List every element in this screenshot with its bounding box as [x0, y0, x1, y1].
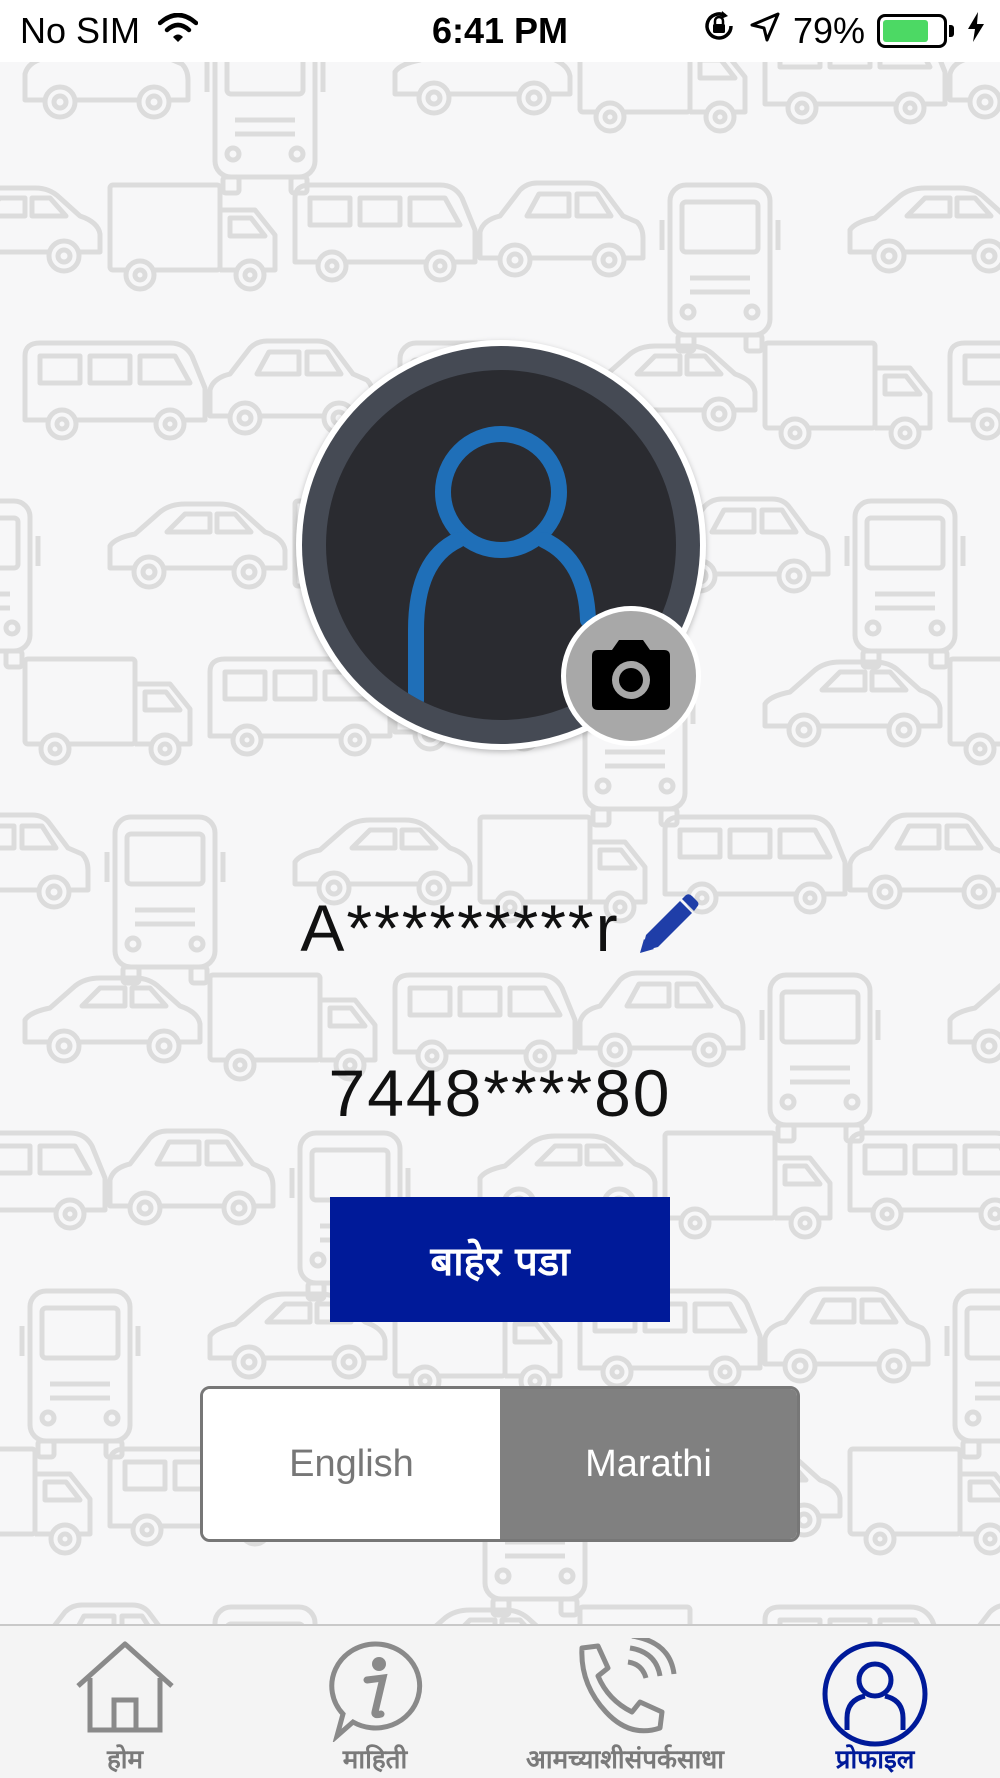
profile-phone: 7448****80	[328, 1056, 672, 1130]
status-right: 79%	[701, 8, 986, 53]
vehicle-pattern-tile	[110, 1131, 273, 1223]
vehicle-pattern-tile	[25, 1605, 188, 1624]
vehicle-pattern-tile	[480, 183, 643, 275]
language-option-marathi[interactable]: Marathi	[500, 1389, 797, 1539]
bottom-tab-bar: होम माहिती आमच्याशीसंपर्कसाधा प्रोफाइल	[0, 1624, 1000, 1778]
info-icon	[329, 1641, 423, 1742]
vehicle-pattern-tile	[950, 1605, 1000, 1624]
vehicle-pattern-tile	[0, 1133, 105, 1228]
battery-fill	[883, 19, 928, 42]
tab-profile-label: प्रोफाइल	[835, 1745, 915, 1775]
vehicle-pattern-tile	[0, 501, 38, 667]
profile-name-row: A*********r	[0, 890, 1000, 974]
vehicle-pattern-tile	[765, 343, 930, 447]
tab-home[interactable]: होम	[60, 1626, 190, 1778]
change-photo-button[interactable]	[561, 606, 701, 746]
vehicle-pattern-tile	[0, 1449, 90, 1553]
vehicle-pattern-tile	[25, 343, 205, 438]
charging-icon	[966, 10, 986, 52]
vehicle-pattern-tile	[950, 978, 1000, 1061]
logout-button[interactable]: बाहेर पडा	[330, 1197, 670, 1322]
vehicle-pattern-tile	[950, 343, 1000, 438]
pencil-icon[interactable]	[634, 893, 700, 974]
phone-call-icon	[579, 1638, 677, 1734]
vehicle-pattern-tile	[295, 185, 475, 280]
vehicle-pattern-tile	[662, 185, 778, 351]
battery-percent: 79%	[792, 9, 865, 51]
vehicle-pattern-tile	[765, 1289, 928, 1381]
vehicle-pattern-tile	[110, 504, 285, 587]
vehicle-pattern-tile	[25, 978, 200, 1061]
status-bar: No SIM 6:41 PM 79%	[0, 0, 1000, 62]
vehicle-pattern-tile	[765, 1607, 945, 1624]
vehicle-pattern-tile	[22, 1291, 138, 1457]
vehicle-pattern-tile	[395, 62, 570, 113]
vehicle-pattern-tile	[580, 973, 743, 1065]
vehicle-pattern-tile	[950, 659, 1000, 763]
tab-info[interactable]: माहिती	[310, 1626, 440, 1778]
battery-tip	[949, 24, 954, 37]
vehicle-pattern-tile	[850, 1133, 1000, 1228]
tab-info-label: माहिती	[342, 1745, 408, 1775]
camera-icon	[592, 640, 670, 710]
profile-name: A*********r	[300, 891, 620, 965]
vehicle-pattern-tile	[665, 1133, 830, 1237]
tab-contact-label: आमच्याशीसंपर्कसाधा	[526, 1745, 724, 1775]
vehicle-pattern-tile	[25, 62, 188, 117]
language-toggle: English Marathi	[200, 1386, 800, 1542]
vehicle-pattern-tile	[950, 62, 1000, 117]
vehicle-pattern-tile	[847, 501, 963, 667]
profile-icon	[822, 1641, 928, 1747]
vehicle-pattern-tile	[580, 1607, 745, 1624]
rotation-lock-icon	[701, 8, 737, 53]
vehicle-pattern-tile	[850, 1449, 1000, 1553]
tab-profile[interactable]: प्रोफाइल	[810, 1626, 940, 1778]
vehicle-pattern-tile	[765, 662, 940, 745]
tab-home-label: होम	[106, 1745, 144, 1775]
vehicle-pattern-tile	[110, 185, 275, 289]
location-icon	[749, 10, 781, 52]
language-option-english[interactable]: English	[203, 1389, 500, 1539]
vehicle-pattern-tile	[580, 62, 745, 131]
vehicle-pattern-tile	[850, 188, 1000, 271]
vehicle-pattern-tile	[25, 659, 190, 763]
vehicle-pattern-tile	[207, 62, 323, 193]
tab-contact[interactable]: आमच्याशीसंपर्कसाधा	[526, 1626, 724, 1778]
home-icon	[76, 1641, 174, 1733]
vehicle-pattern-tile	[0, 188, 100, 271]
vehicle-pattern-tile	[395, 1610, 570, 1624]
vehicle-pattern-tile	[947, 1291, 1000, 1457]
battery-icon	[877, 13, 947, 48]
vehicle-pattern-tile	[765, 62, 945, 122]
vehicle-pattern-tile	[207, 1607, 323, 1624]
